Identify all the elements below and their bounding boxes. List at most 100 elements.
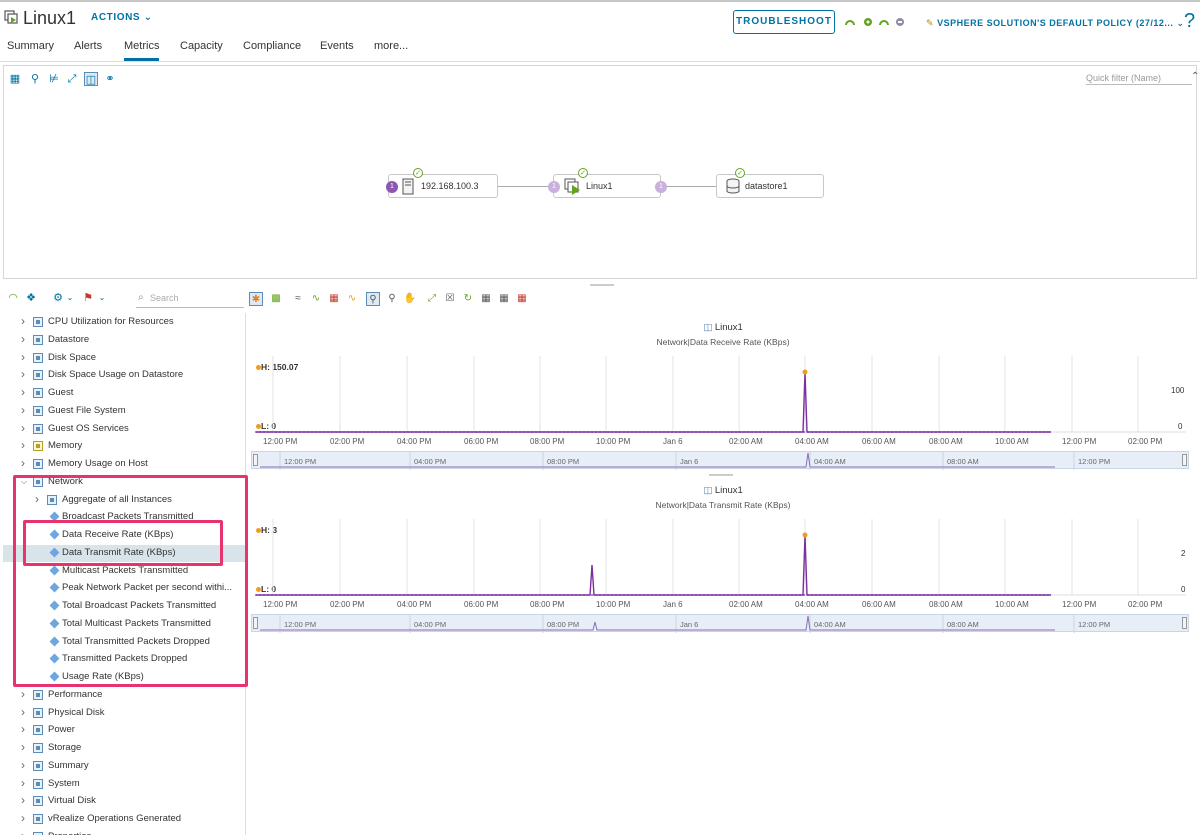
- anomaly-icon[interactable]: ▦: [327, 292, 341, 306]
- tree-group-item[interactable]: › vRealize Operations Generated: [3, 811, 245, 828]
- chevron-right-icon[interactable]: ›: [21, 385, 25, 399]
- tree-group-item[interactable]: › Datastore: [3, 332, 245, 349]
- tree-group-item[interactable]: › Performance: [3, 687, 245, 704]
- trend-icon[interactable]: ∿: [309, 292, 323, 306]
- tab-compliance[interactable]: Compliance: [243, 40, 301, 61]
- tree-group-item[interactable]: › Properties: [3, 829, 245, 835]
- panel-splitter[interactable]: [0, 283, 1200, 287]
- chevron-right-icon[interactable]: ›: [21, 438, 25, 452]
- chevron-right-icon[interactable]: ›: [21, 705, 25, 719]
- chevron-down-icon[interactable]: ⌄: [95, 291, 109, 305]
- tab-more[interactable]: more...: [374, 40, 408, 61]
- policy-icon: ✎: [926, 18, 935, 28]
- calendar-icon[interactable]: ▦: [497, 292, 511, 306]
- chart-mode-icon[interactable]: ✱: [249, 292, 263, 306]
- page-title: Linux1: [23, 8, 77, 28]
- dynamic-threshold-icon[interactable]: ∿: [345, 292, 359, 306]
- actions-menu[interactable]: ACTIONS ⌄: [91, 12, 153, 23]
- chevron-right-icon[interactable]: ›: [21, 367, 25, 381]
- data-point: [775, 594, 777, 596]
- tree-group-item[interactable]: › Virtual Disk: [3, 793, 245, 810]
- topology-node-datastore[interactable]: ✓ datastore1: [716, 168, 824, 198]
- risk-icon[interactable]: [863, 17, 873, 27]
- data-point: [879, 594, 881, 596]
- fit-all-icon[interactable]: ⤢: [425, 292, 439, 306]
- tree-group-item[interactable]: › Storage: [3, 740, 245, 757]
- filter-icon[interactable]: ⊭: [47, 72, 61, 86]
- collapse-up-icon[interactable]: ⌃: [1191, 71, 1199, 82]
- chevron-right-icon[interactable]: ›: [21, 456, 25, 470]
- unknown-status-icon[interactable]: [895, 17, 905, 27]
- zoom-icon[interactable]: ⚲: [366, 292, 380, 306]
- tab-events[interactable]: Events: [320, 40, 354, 61]
- stacked-chart-icon[interactable]: ▩: [269, 292, 283, 306]
- chevron-right-icon[interactable]: ›: [21, 740, 25, 754]
- chevron-right-icon[interactable]: ›: [21, 793, 25, 807]
- metric-picker-icon[interactable]: ❖: [24, 291, 38, 305]
- data-point: [271, 594, 273, 596]
- data-point: [1015, 594, 1017, 596]
- data-point: [707, 431, 709, 433]
- chevron-right-icon[interactable]: ›: [21, 758, 25, 772]
- tree-group-item[interactable]: › Memory Usage on Host: [3, 456, 245, 473]
- tree-group-item[interactable]: › Disk Space: [3, 350, 245, 367]
- fit-to-screen-icon[interactable]: ⤢: [65, 72, 79, 86]
- help-icon[interactable]: ?: [1184, 10, 1195, 33]
- tree-group-item[interactable]: › Guest OS Services: [3, 421, 245, 438]
- chevron-right-icon[interactable]: ›: [21, 332, 25, 346]
- tree-group-item[interactable]: › Power: [3, 722, 245, 739]
- chevron-right-icon[interactable]: ›: [21, 811, 25, 825]
- quick-filter-input[interactable]: Quick filter (Name): [1086, 73, 1192, 85]
- troubleshoot-button[interactable]: TROUBLESHOOT: [733, 10, 835, 34]
- data-point: [587, 431, 589, 433]
- datastore-icon: [726, 178, 740, 194]
- tab-summary[interactable]: Summary: [7, 40, 54, 61]
- chevron-right-icon[interactable]: ›: [21, 776, 25, 790]
- pan-icon[interactable]: ✋: [403, 292, 417, 306]
- export-icon[interactable]: ▦: [515, 292, 529, 306]
- close-chart-icon[interactable]: ☒: [443, 292, 457, 306]
- refresh-icon[interactable]: ↻: [461, 292, 475, 306]
- chart-splitter[interactable]: [249, 473, 1197, 477]
- data-point: [859, 431, 861, 433]
- tree-group-item[interactable]: › System: [3, 776, 245, 793]
- chart-object-label: Linux1: [714, 485, 743, 496]
- tree-group-item[interactable]: › Memory: [3, 438, 245, 455]
- range-navigator[interactable]: 12:00 PM 04:00 PM 08:00 PM Jan 6 04:00 AM 08:…: [251, 451, 1189, 470]
- tab-metrics[interactable]: Metrics: [124, 40, 160, 61]
- chevron-right-icon[interactable]: ›: [21, 350, 25, 364]
- vm-icon: ◫: [703, 485, 713, 496]
- chevron-right-icon[interactable]: ›: [21, 829, 25, 835]
- layout-icon[interactable]: ▦: [8, 72, 22, 86]
- policy-link[interactable]: ✎ VSPHERE SOLUTION'S DEFAULT POLICY (27/…: [926, 18, 1184, 29]
- date-range-icon[interactable]: ▦: [479, 292, 493, 306]
- tree-group-item[interactable]: › Guest File System: [3, 403, 245, 420]
- chevron-right-icon[interactable]: ›: [21, 687, 25, 701]
- tree-group-item[interactable]: › Summary: [3, 758, 245, 775]
- tab-alerts[interactable]: Alerts: [74, 40, 102, 61]
- bookmark-icon[interactable]: ⚑: [81, 291, 95, 305]
- data-point: [955, 431, 957, 433]
- tree-group-item[interactable]: › Disk Space Usage on Datastore: [3, 367, 245, 384]
- view-mode-icon[interactable]: ◫: [84, 72, 98, 86]
- hierarchy-icon[interactable]: ⚲: [28, 72, 42, 86]
- chevron-down-icon[interactable]: ⌄: [63, 291, 77, 305]
- chevron-right-icon[interactable]: ›: [21, 722, 25, 736]
- range-navigator[interactable]: 12:00 PM 04:00 PM 08:00 PM Jan 6 04:00 AM 08:…: [251, 614, 1189, 633]
- health-icon[interactable]: [845, 17, 855, 27]
- efficiency-icon[interactable]: [879, 17, 889, 27]
- chevron-right-icon[interactable]: ›: [21, 314, 25, 328]
- tab-capacity[interactable]: Capacity: [180, 40, 223, 61]
- tree-group-item[interactable]: › CPU Utilization for Resources: [3, 314, 245, 331]
- topology-node-vm[interactable]: 1 ✓ Linux1 1: [548, 168, 667, 198]
- tree-search-input[interactable]: Search: [136, 292, 244, 308]
- health-icon[interactable]: ◠: [6, 291, 20, 305]
- chevron-right-icon[interactable]: ›: [21, 403, 25, 417]
- topology-node-host[interactable]: 1 ✓ 192.168.100.3: [386, 168, 498, 198]
- tree-group-item[interactable]: › Guest: [3, 385, 245, 402]
- relationship-icon[interactable]: ⚭: [103, 72, 117, 86]
- chevron-right-icon[interactable]: ›: [21, 421, 25, 435]
- split-chart-icon[interactable]: ≈: [291, 292, 305, 306]
- zoom-in-icon[interactable]: ⚲: [385, 292, 399, 306]
- tree-group-item[interactable]: › Physical Disk: [3, 705, 245, 722]
